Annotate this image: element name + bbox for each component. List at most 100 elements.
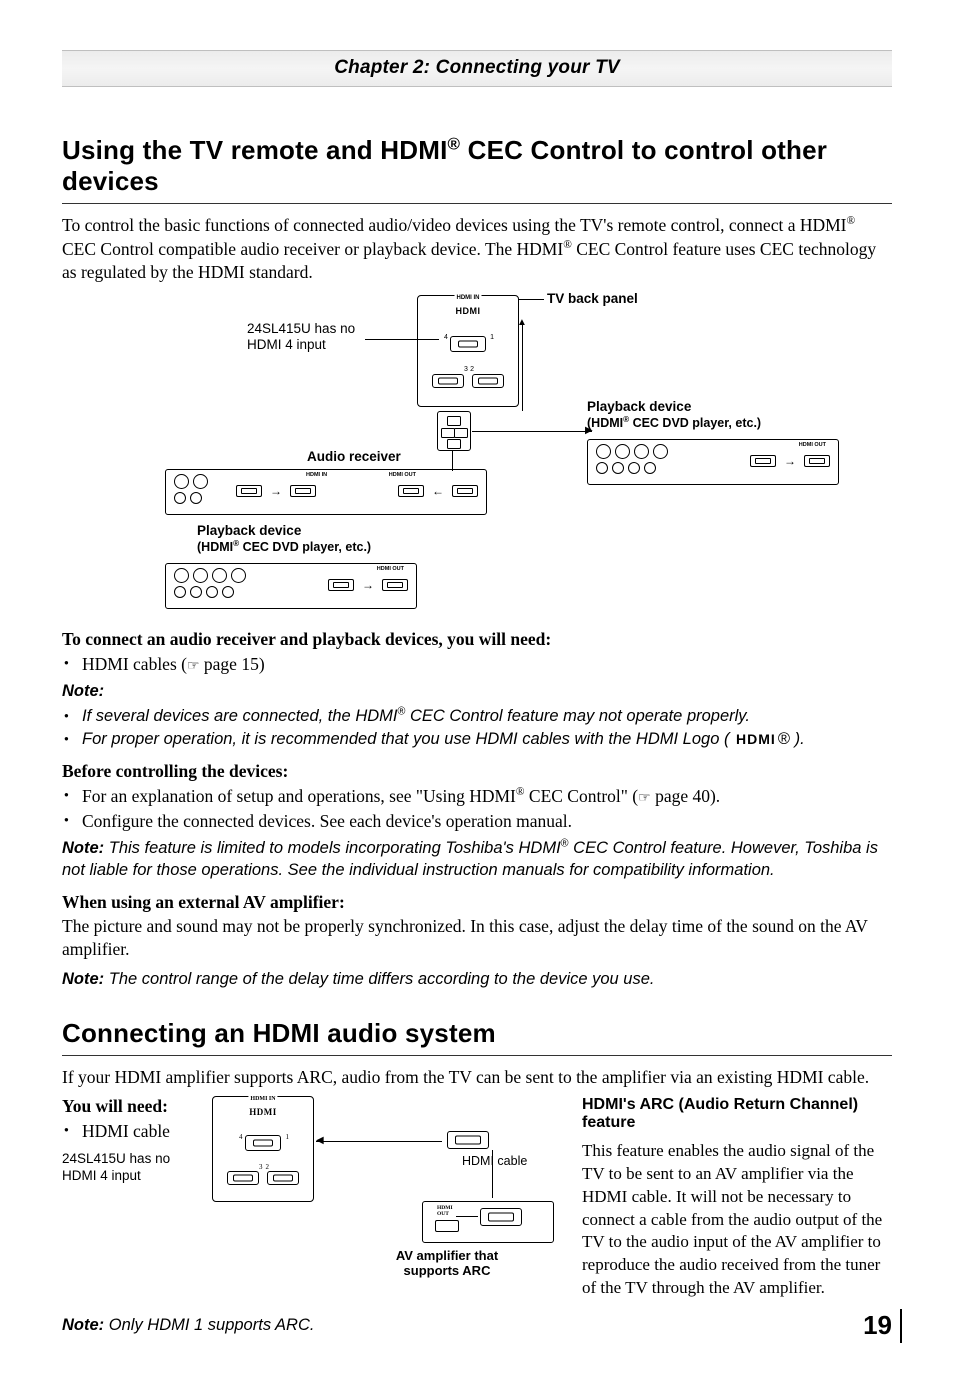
playback-device-right-box: → HDMI OUT xyxy=(587,439,839,485)
page-number-bar xyxy=(900,1309,902,1343)
t: The control range of the delay time diff… xyxy=(109,970,655,988)
t: HDMI cables ( xyxy=(82,654,187,674)
section1-heading: Using the TV remote and HDMI® CEC Contro… xyxy=(62,135,892,197)
list-item: HDMI cable xyxy=(62,1119,192,1144)
section1-heading-pre: Using the TV remote and HDMI xyxy=(62,135,448,165)
t: CEC Control" ( xyxy=(525,786,639,806)
port-num-3: 3 xyxy=(464,366,468,373)
t: page 15) xyxy=(200,654,265,674)
section2-heading: Connecting an HDMI audio system xyxy=(62,1018,892,1049)
chapter-title: Chapter 2: Connecting your TV xyxy=(334,57,620,78)
tv-back-panel-label: TV back panel xyxy=(547,291,638,307)
note-label: Note: xyxy=(62,682,104,700)
t: CEC DVD player, etc.) xyxy=(239,540,371,554)
arc-connection-diagram: HDMI IN HDMI 4 1 3 2 ◀ HDMI cable xyxy=(212,1096,562,1276)
need-heading-2: You will need: xyxy=(62,1096,192,1117)
hdmi-port-icon xyxy=(435,1220,459,1232)
t: CEC DVD player, etc.) xyxy=(629,416,761,430)
section1-intro: To control the basic functions of connec… xyxy=(62,214,892,285)
amp-text: The picture and sound may not be properl… xyxy=(62,915,892,962)
before-list: For an explanation of setup and operatio… xyxy=(62,784,892,833)
page: Chapter 2: Connecting your TV Using the … xyxy=(0,0,954,1383)
t: HDMI 4 input xyxy=(62,1168,141,1183)
hdmi-plug-icon xyxy=(382,579,408,591)
audio-receiver-label: Audio receiver xyxy=(307,449,401,465)
no-hdmi4-note-2: 24SL415U has no HDMI 4 input xyxy=(62,1151,192,1185)
pointer-icon: ☞ xyxy=(638,791,651,806)
list-item: HDMI cables (☞ page 15) xyxy=(62,652,892,677)
hdmi-cable-label: HDMI cable xyxy=(462,1154,527,1168)
arc-need-column: You will need: HDMI cable 24SL415U has n… xyxy=(62,1096,192,1185)
tv-back-panel-box-2: HDMI IN HDMI 4 1 3 2 xyxy=(212,1096,314,1202)
t: ). xyxy=(790,730,805,748)
note-label: Note: xyxy=(62,1316,104,1334)
t: page 40). xyxy=(651,786,721,806)
list-item: If several devices are connected, the HD… xyxy=(62,705,892,728)
connector-line xyxy=(456,1216,478,1217)
need-heading: To connect an audio receiver and playbac… xyxy=(62,629,892,650)
section2-intro: If your HDMI amplifier supports ARC, aud… xyxy=(62,1066,892,1090)
hdmi-port-icon xyxy=(236,485,262,497)
t: For proper operation, it is recommended … xyxy=(82,730,734,748)
arrow-up-icon: ▲ xyxy=(517,317,527,328)
arc-feature-heading: HDMI's ARC (Audio Return Channel) featur… xyxy=(582,1096,892,1132)
port-num-1: 1 xyxy=(490,334,494,341)
tv-back-panel-box: HDMI IN HDMI 4 1 3 2 xyxy=(417,295,519,407)
t: Only HDMI 1 supports ARC. xyxy=(109,1316,315,1334)
t: For an explanation of setup and operatio… xyxy=(82,786,516,806)
t: CEC Control compatible audio receiver or… xyxy=(62,239,563,259)
t: To control the basic functions of connec… xyxy=(62,215,847,235)
connector-line xyxy=(522,321,523,411)
note-label: Note: xyxy=(62,839,104,857)
note-feature-limited: Note: This feature is limited to models … xyxy=(62,837,892,882)
t: Playback device xyxy=(197,523,301,538)
t: 24SL415U has no xyxy=(62,1151,170,1166)
hdmi-port-4 xyxy=(450,336,486,352)
hdmi-in-label: HDMI IN xyxy=(248,1096,277,1102)
no-hdmi4-note: 24SL415U has no HDMI 4 input xyxy=(247,321,355,353)
hdmi-logo-icon: HDMI xyxy=(734,731,778,747)
list-item: Configure the connected devices. See eac… xyxy=(62,809,892,834)
connector-line xyxy=(492,1150,493,1198)
hdmi-plug-icon xyxy=(290,485,316,497)
hdmi-port-3 xyxy=(227,1171,259,1185)
list-item: For proper operation, it is recommended … xyxy=(62,728,892,751)
t: If several devices are connected, the HD… xyxy=(82,707,397,725)
audio-receiver-box: → ← HDMI IN HDMI OUT xyxy=(165,469,487,515)
hdmi-port-icon xyxy=(750,455,776,467)
connector-line xyxy=(472,431,592,432)
playback-device-right-label: Playback device (HDMI® CEC DVD player, e… xyxy=(587,399,761,431)
hdmi-port-4 xyxy=(245,1135,281,1151)
chapter-header-bar: Chapter 2: Connecting your TV xyxy=(62,50,892,87)
note-delay: Note: The control range of the delay tim… xyxy=(62,968,892,990)
hdmi-connector-icon xyxy=(447,1131,489,1149)
av-amplifier-label: AV amplifier that supports ARC xyxy=(372,1248,522,1279)
section1-rule xyxy=(62,203,892,204)
callout-line xyxy=(365,339,439,340)
hdmi-logo: HDMI xyxy=(456,306,481,316)
arrow-left-icon: ◀ xyxy=(316,1135,324,1146)
note-list: If several devices are connected, the HD… xyxy=(62,705,892,751)
connector-line xyxy=(316,1141,442,1142)
hdmi-port-icon xyxy=(452,485,478,497)
hdmi-junction-box xyxy=(437,411,471,451)
note-label: Note: xyxy=(62,970,104,988)
t: This feature is limited to models incorp… xyxy=(109,839,561,857)
hdmi-port-2 xyxy=(472,374,504,388)
cec-connection-diagram: HDMI IN HDMI 4 1 3 2 TV back panel 24SL4… xyxy=(117,291,837,611)
reg-mark: ® xyxy=(516,786,525,798)
port-num-4: 4 xyxy=(444,334,448,341)
reg-mark: ® xyxy=(561,838,569,850)
hdmi-logo: HDMI xyxy=(249,1107,277,1117)
t: CEC Control feature may not operate prop… xyxy=(405,707,750,725)
t: Playback device xyxy=(587,399,691,414)
hdmi-plug-icon xyxy=(804,455,830,467)
arc-feature-column: HDMI's ARC (Audio Return Channel) featur… xyxy=(582,1096,892,1301)
hdmi-port-2 xyxy=(267,1171,299,1185)
connector-line xyxy=(452,451,453,471)
hdmi-in-label: HDMI IN xyxy=(455,295,482,301)
hdmi-port-icon xyxy=(328,579,354,591)
before-heading: Before controlling the devices: xyxy=(62,761,892,782)
t: supports ARC xyxy=(404,1263,491,1278)
t: (HDMI xyxy=(197,540,233,554)
